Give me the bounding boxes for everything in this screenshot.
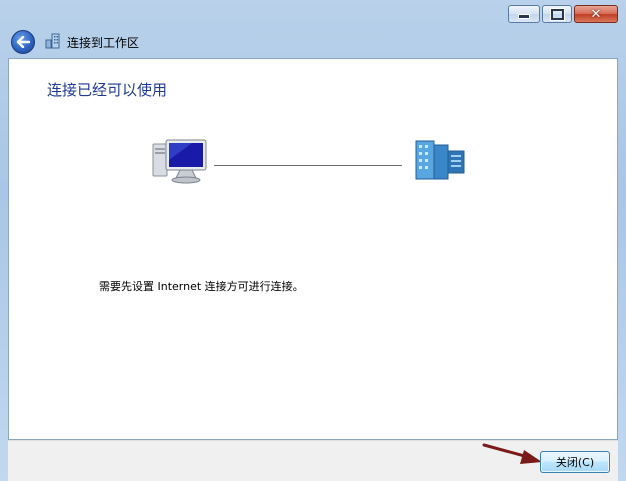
content-panel: 连接已经可以使用 需要先设置 Internet 连接方可进行连接。 <box>8 58 618 440</box>
info-message: 需要先设置 Internet 连接方可进行连接。 <box>99 280 304 293</box>
connection-line <box>214 165 402 166</box>
back-button[interactable] <box>11 30 35 54</box>
minimize-icon <box>509 6 539 22</box>
close-icon: ✕ <box>590 6 602 22</box>
workplace-network-icon <box>415 140 465 180</box>
close-button[interactable]: 关闭(C) <box>540 451 610 473</box>
caption-buttons: ✕ <box>508 5 618 23</box>
workspace-icon <box>45 33 60 49</box>
window-title: 连接到工作区 <box>67 36 140 50</box>
computer-icon <box>152 139 207 184</box>
maximize-button[interactable] <box>542 5 572 23</box>
back-arrow-icon <box>16 36 30 48</box>
minimize-button[interactable] <box>508 5 540 23</box>
maximize-icon <box>543 6 571 22</box>
pointer-arrow-icon <box>482 443 542 464</box>
close-window-button[interactable]: ✕ <box>574 5 618 23</box>
page-heading: 连接已经可以使用 <box>47 81 168 99</box>
title-bar: ✕ 连接到工作区 <box>0 0 626 60</box>
